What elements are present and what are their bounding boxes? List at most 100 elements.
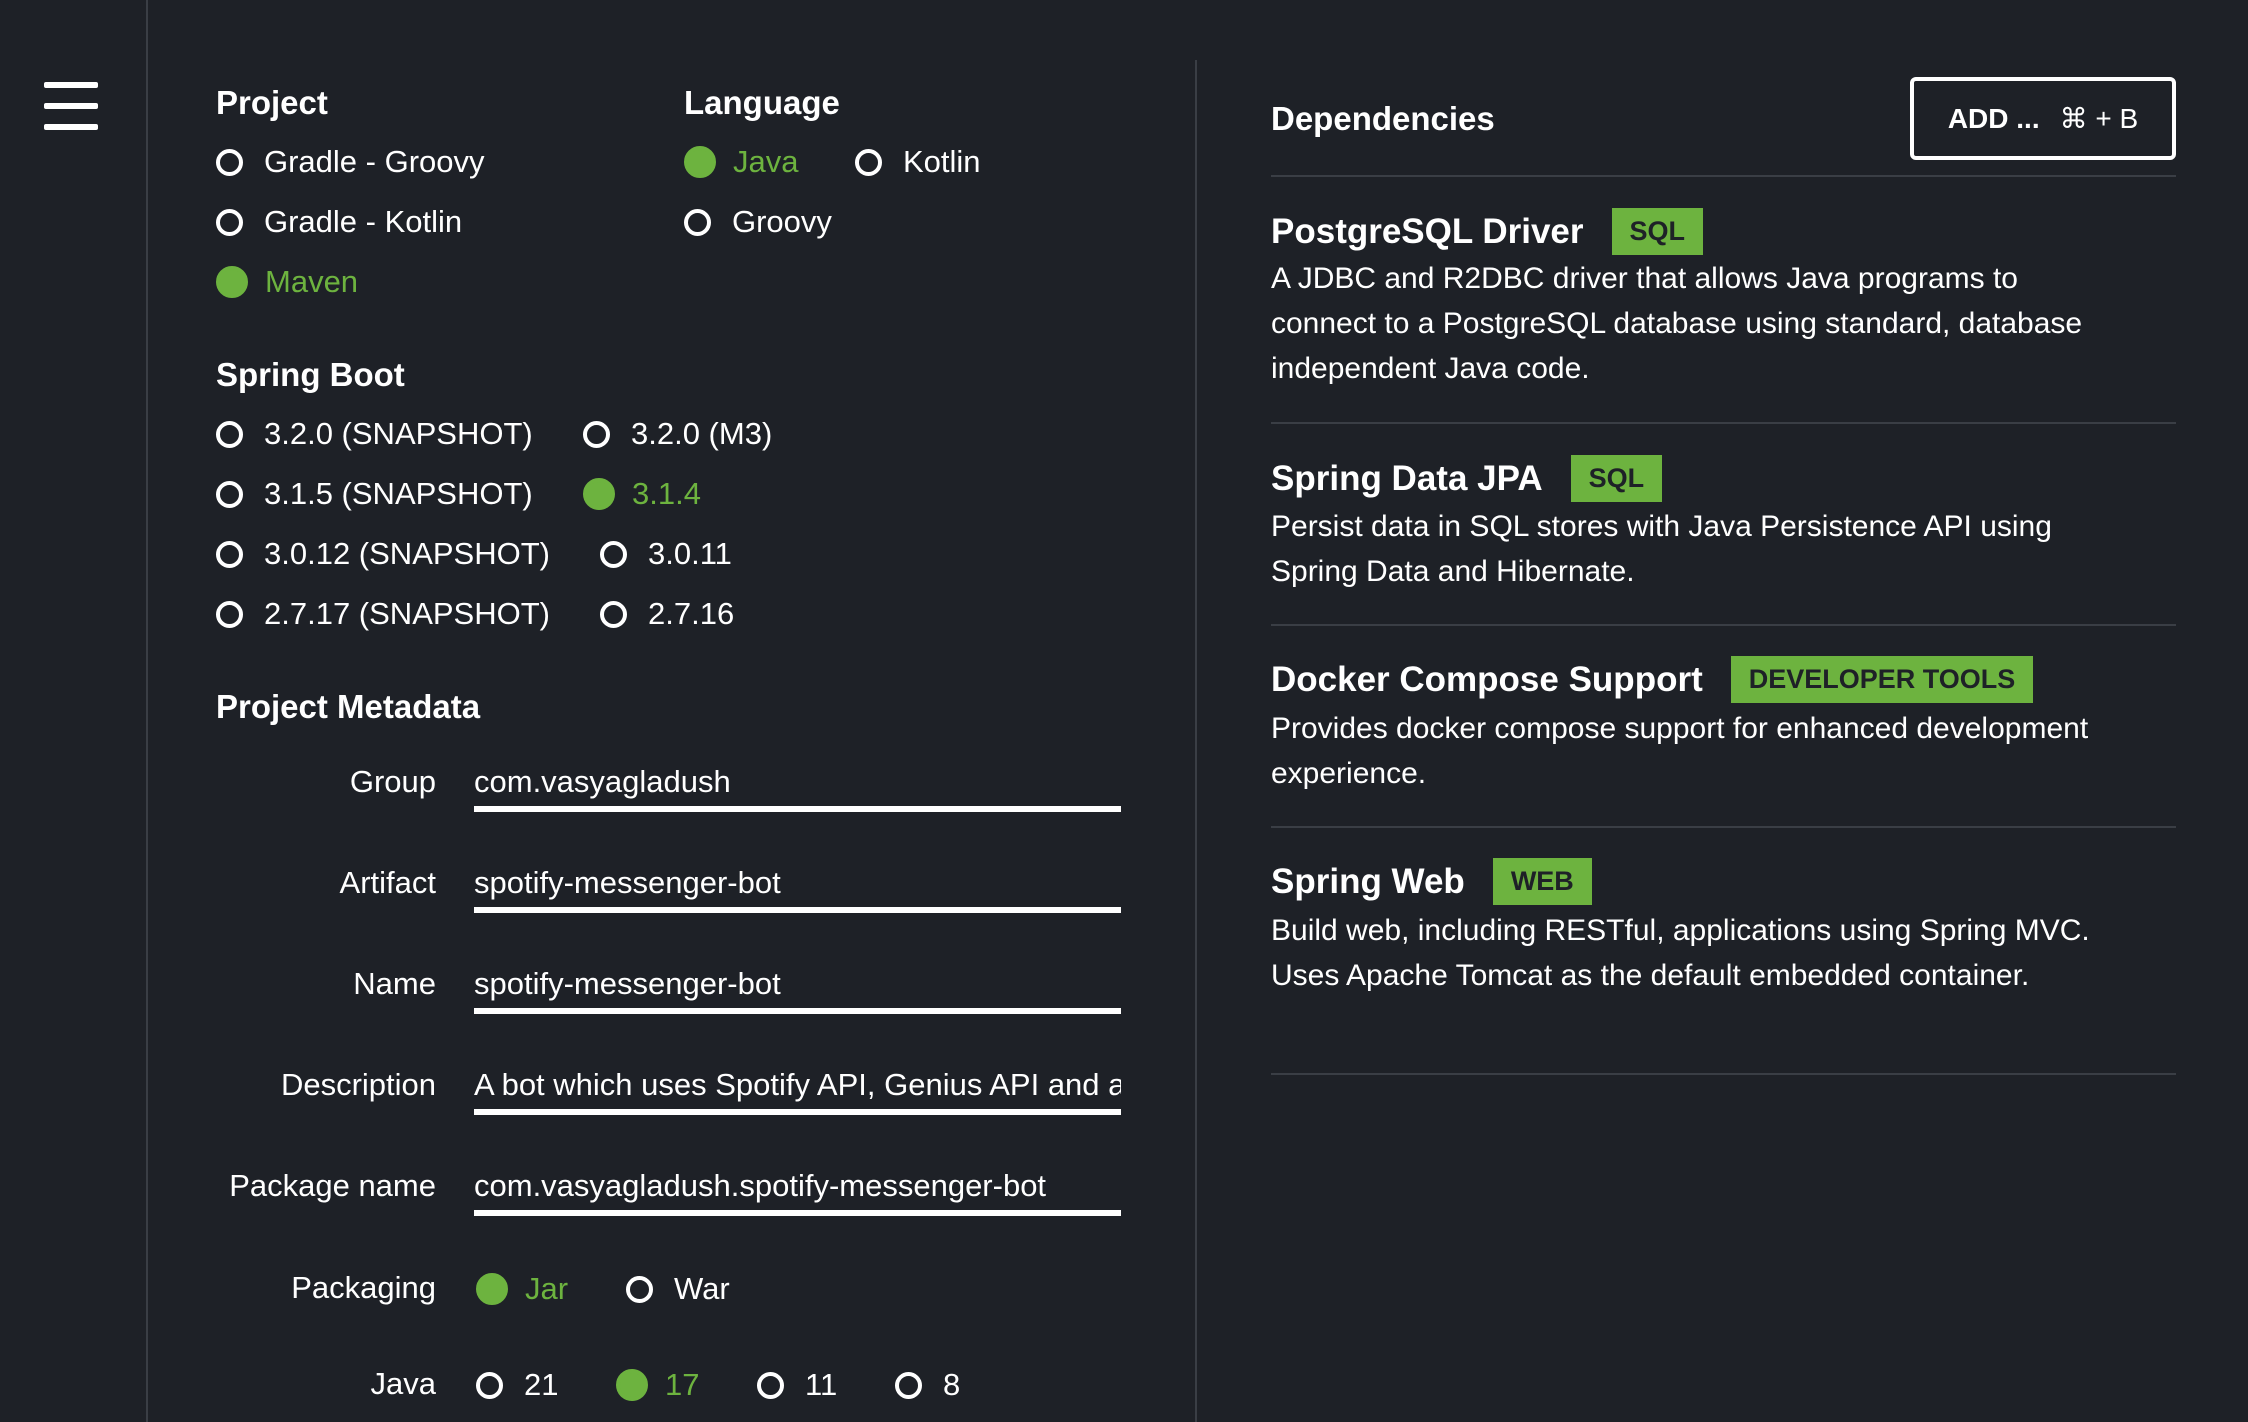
radio-icon — [855, 148, 882, 176]
artifact-label: Artifact — [339, 865, 436, 900]
package-name-input[interactable] — [474, 1162, 1121, 1210]
radio-label: Gradle - Kotlin — [264, 204, 463, 239]
dependency-title: PostgreSQL Driver — [1271, 211, 1584, 251]
radio-label: War — [674, 1271, 730, 1306]
project-metadata-heading: Project Metadata — [216, 688, 481, 725]
artifact-field-container — [474, 859, 1121, 913]
radio-language-groovy[interactable]: Groovy — [684, 200, 832, 244]
radio-label: 21 — [524, 1367, 559, 1402]
description-field-container — [474, 1061, 1121, 1115]
project-heading: Project — [216, 84, 328, 121]
radio-icon — [583, 420, 610, 448]
radio-label: 3.0.12 (SNAPSHOT) — [264, 536, 550, 571]
packaging-label: Packaging — [291, 1270, 436, 1305]
radio-selected-icon — [583, 478, 615, 510]
radio-label: 2.7.16 — [648, 596, 735, 631]
radio-icon — [216, 480, 243, 508]
name-label: Name — [353, 966, 436, 1001]
group-label: Group — [349, 764, 436, 799]
package-name-field-container — [474, 1162, 1121, 1216]
radio-label: 17 — [665, 1367, 700, 1402]
divider — [1271, 826, 2176, 828]
radio-selected-icon — [616, 1369, 648, 1401]
radio-icon — [895, 1371, 922, 1399]
dependency-badge: SQL — [1570, 455, 1663, 502]
radio-java-17[interactable]: 17 — [616, 1363, 699, 1407]
radio-label: Kotlin — [903, 144, 981, 179]
description-label: Description — [280, 1067, 436, 1102]
add-button-shortcut: ⌘ + B — [2059, 103, 2139, 134]
radio-java-21[interactable]: 21 — [476, 1363, 558, 1407]
divider — [1271, 1073, 2176, 1075]
radio-label: 3.2.0 (M3) — [631, 416, 773, 451]
radio-boot-3-2-0-snapshot[interactable]: 3.2.0 (SNAPSHOT) — [216, 412, 533, 456]
dependency-name-spring-web[interactable]: Spring Web WEB — [1271, 858, 1592, 905]
group-input[interactable] — [474, 758, 1121, 806]
dependency-badge: DEVELOPER TOOLS — [1730, 656, 2034, 703]
radio-boot-3-1-5-snapshot[interactable]: 3.1.5 (SNAPSHOT) — [216, 472, 533, 516]
radio-label: 8 — [943, 1367, 961, 1402]
radio-selected-icon — [216, 266, 248, 298]
radio-project-maven[interactable]: Maven — [216, 260, 358, 304]
group-field-container — [474, 758, 1121, 812]
radio-boot-2-7-16[interactable]: 2.7.16 — [600, 592, 734, 636]
package-name-label: Package name — [229, 1168, 436, 1203]
side-rail — [0, 0, 148, 1422]
radio-label: Jar — [525, 1271, 569, 1306]
radio-language-java[interactable]: Java — [684, 140, 798, 184]
java-label: Java — [370, 1366, 436, 1401]
radio-icon — [216, 420, 243, 448]
hamburger-menu-icon[interactable] — [44, 82, 98, 130]
radio-label: 11 — [805, 1367, 838, 1402]
radio-label: 3.1.5 (SNAPSHOT) — [264, 476, 533, 511]
radio-boot-3-1-4[interactable]: 3.1.4 — [583, 472, 701, 516]
radio-label: Gradle - Groovy — [264, 144, 485, 179]
dependency-description: A JDBC and R2DBC driver that allows Java… — [1271, 262, 2083, 385]
radio-boot-3-0-12-snapshot[interactable]: 3.0.12 (SNAPSHOT) — [216, 532, 550, 576]
dependency-description: Provides docker compose support for enha… — [1271, 712, 2089, 790]
radio-icon — [626, 1275, 653, 1303]
radio-java-11[interactable]: 11 — [757, 1363, 837, 1407]
radio-icon — [476, 1371, 503, 1399]
divider — [1271, 175, 2176, 177]
radio-label: Groovy — [732, 204, 832, 239]
radio-boot-2-7-17-snapshot[interactable]: 2.7.17 (SNAPSHOT) — [216, 592, 550, 636]
radio-label: Maven — [265, 264, 359, 299]
radio-selected-icon — [684, 146, 716, 178]
radio-label: Java — [733, 144, 799, 179]
description-input[interactable] — [474, 1061, 1121, 1109]
dependency-badge: SQL — [1611, 208, 1704, 255]
artifact-input[interactable] — [474, 859, 1121, 907]
dependency-description: Persist data in SQL stores with Java Per… — [1271, 510, 2052, 588]
add-dependencies-button[interactable]: ADD ... ⌘ + B — [1910, 77, 2176, 160]
radio-icon — [216, 540, 243, 568]
dependencies-heading: Dependencies — [1271, 100, 1495, 137]
dependency-name-spring-data-jpa[interactable]: Spring Data JPA SQL — [1271, 455, 1663, 502]
radio-icon — [216, 208, 243, 236]
radio-packaging-jar[interactable]: Jar — [476, 1267, 568, 1311]
radio-language-kotlin[interactable]: Kotlin — [855, 140, 981, 184]
radio-icon — [600, 540, 627, 568]
radio-project-gradle-kotlin[interactable]: Gradle - Kotlin — [216, 200, 462, 244]
radio-label: 3.2.0 (SNAPSHOT) — [264, 416, 533, 451]
divider — [1271, 422, 2176, 424]
dependency-name-postgresql-driver[interactable]: PostgreSQL Driver SQL — [1271, 208, 1704, 255]
dependency-description: Build web, including RESTful, applicatio… — [1271, 914, 2090, 992]
radio-boot-3-2-0-m3[interactable]: 3.2.0 (M3) — [583, 412, 772, 456]
dependency-title: Docker Compose Support — [1271, 659, 1703, 699]
dependency-name-docker-compose-support[interactable]: Docker Compose Support DEVELOPER TOOLS — [1271, 656, 2034, 703]
radio-project-gradle-groovy[interactable]: Gradle - Groovy — [216, 140, 485, 184]
divider — [1271, 624, 2176, 626]
dependency-badge: WEB — [1492, 858, 1592, 905]
radio-java-8[interactable]: 8 — [895, 1363, 960, 1407]
radio-icon — [684, 208, 711, 236]
radio-packaging-war[interactable]: War — [626, 1267, 730, 1311]
column-divider — [1195, 60, 1197, 1422]
name-field-container — [474, 960, 1121, 1014]
radio-selected-icon — [476, 1273, 508, 1305]
radio-icon — [216, 148, 243, 176]
radio-label: 2.7.17 (SNAPSHOT) — [264, 596, 550, 631]
radio-boot-3-0-11[interactable]: 3.0.11 — [600, 532, 732, 576]
radio-label: 3.0.11 — [648, 536, 732, 571]
name-input[interactable] — [474, 960, 1121, 1008]
